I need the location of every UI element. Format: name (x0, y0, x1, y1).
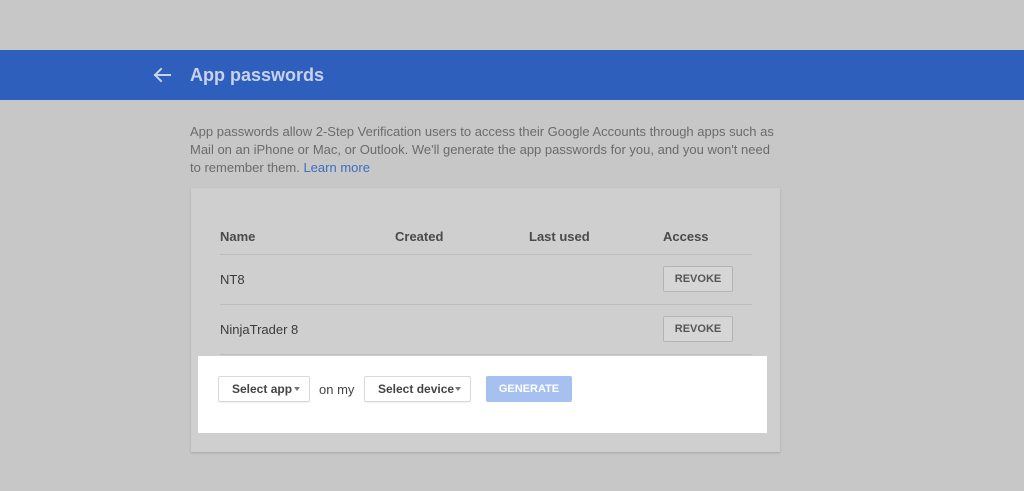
arrow-left-icon[interactable] (150, 63, 174, 87)
app-name: NT8 (220, 272, 245, 287)
app-header: App passwords (0, 50, 1024, 100)
caret-down-icon (294, 387, 300, 391)
column-header-access: Access (663, 229, 709, 244)
app-name: NinjaTrader 8 (220, 322, 299, 337)
select-app-dropdown[interactable]: Select app (218, 376, 310, 402)
revoke-button[interactable]: REVOKE (663, 266, 733, 292)
select-app-label: Select app (232, 382, 293, 396)
generate-password-panel: Select app on my Select device GENERATE (198, 356, 767, 433)
table-header-row: Name Created Last used Access (220, 222, 752, 255)
column-header-last-used: Last used (529, 229, 590, 244)
page-title: App passwords (190, 65, 325, 85)
on-my-label: on my (319, 382, 355, 397)
intro-text: App passwords allow 2-Step Verification … (190, 124, 774, 175)
select-device-label: Select device (378, 382, 455, 396)
intro-description: App passwords allow 2-Step Verification … (190, 123, 780, 177)
caret-down-icon (455, 387, 461, 391)
revoke-button[interactable]: REVOKE (663, 316, 733, 342)
app-passwords-table: Name Created Last used Access NT8 REVOKE… (220, 222, 752, 355)
column-header-name: Name (220, 229, 256, 244)
learn-more-link[interactable]: Learn more (303, 160, 369, 175)
select-device-dropdown[interactable]: Select device (364, 376, 471, 402)
generate-button[interactable]: GENERATE (486, 376, 572, 402)
table-row: NT8 REVOKE (220, 255, 752, 305)
table-row: NinjaTrader 8 REVOKE (220, 305, 752, 355)
column-header-created: Created (395, 229, 444, 244)
